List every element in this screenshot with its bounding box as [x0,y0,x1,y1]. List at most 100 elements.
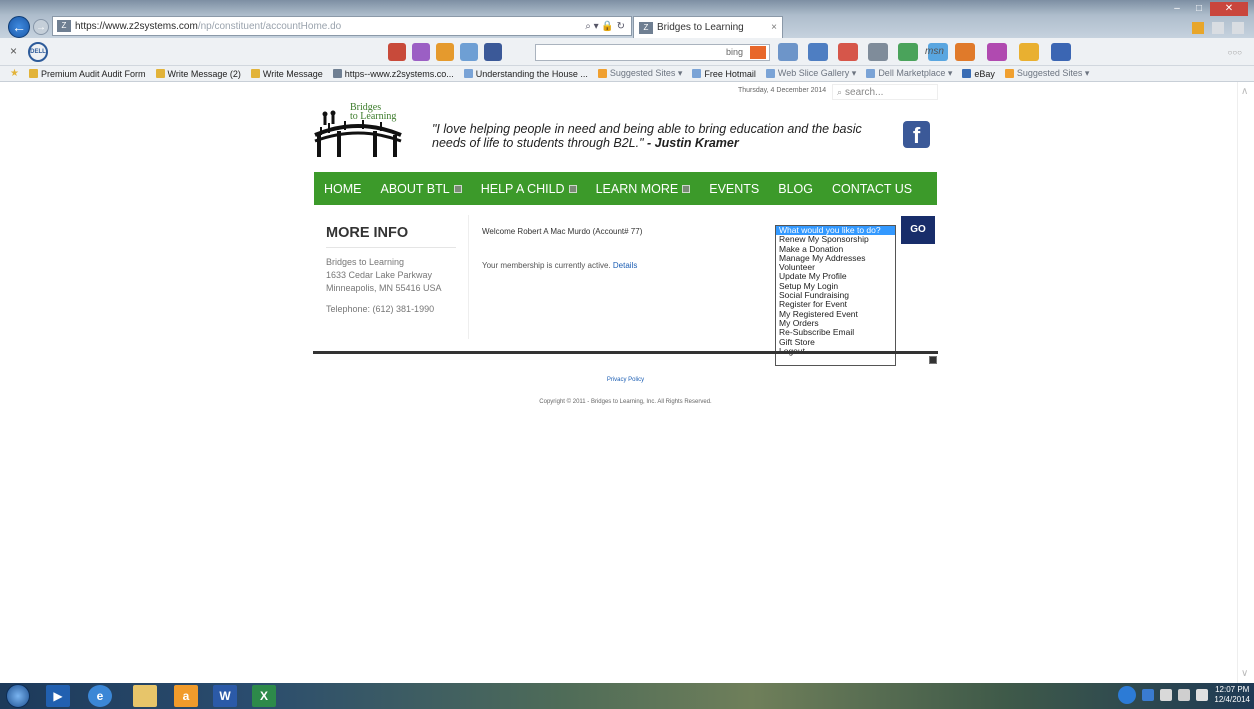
tray-app-icon[interactable] [1118,686,1137,704]
clock-date: 12/4/2014 [1214,695,1250,704]
tab-title: Bridges to Learning [657,22,744,33]
nav-item-help-a-child[interactable]: HELP A CHILD [481,182,577,196]
toolbar-app-icon[interactable] [987,43,1007,61]
favorite-page-icon [597,69,607,78]
window-controls: – □ ✕ [1166,2,1248,16]
favorite-item[interactable]: https--www.z2systems.co... [332,69,454,79]
favorite-item[interactable]: Premium Audit Audit Form [28,69,146,79]
file-explorer-icon[interactable] [133,685,157,707]
favorite-item[interactable]: Suggested Sites ▾ [1004,68,1089,79]
favorite-item[interactable]: Suggested Sites ▾ [597,68,682,79]
start-button[interactable] [6,684,30,708]
nav-item-blog[interactable]: BLOG [778,182,813,196]
flag-icon[interactable] [1160,689,1173,701]
dell-logo-icon[interactable]: DELL [28,42,48,62]
address-bar-icons[interactable]: ⌕ ▾ 🔒 ↻ [585,21,631,32]
media-center-icon[interactable]: ▶ [46,685,70,707]
toolbar-app-icon[interactable] [868,43,888,61]
excel-icon[interactable]: X [252,685,276,707]
nav-item-contact-us[interactable]: CONTACT US [832,182,912,196]
msn-label[interactable]: msn [925,46,944,57]
close-toolbar-icon[interactable]: × [10,44,17,58]
site-favicon-icon: Z [57,20,71,32]
action-select-list[interactable]: What would you like to do? Renew My Spon… [775,225,896,366]
favorite-page-icon [765,69,775,78]
forward-button[interactable]: → [33,19,49,35]
toolbar-app-icon[interactable] [412,43,430,61]
membership-text: Your membership is currently active. [482,261,611,270]
favorite-item[interactable]: Web Slice Gallery ▾ [765,68,857,79]
favorite-item[interactable]: eBay [962,69,995,79]
bing-search-icon[interactable] [750,46,766,59]
network-icon[interactable] [1178,689,1191,701]
favorites-star-icon[interactable] [1212,22,1224,34]
toolbar-app-icon[interactable] [1019,43,1039,61]
close-window-button[interactable]: ✕ [1210,2,1248,16]
scroll-up-icon[interactable]: ∧ [1241,86,1248,97]
site-logo[interactable]: Bridges to Learning [313,103,408,163]
logo-line-2: to Learning [350,111,397,122]
expand-icon[interactable] [929,356,937,364]
tray-app-icon[interactable] [1142,689,1155,701]
home-icon[interactable] [1192,22,1204,34]
toolbar-app-icon[interactable] [460,43,478,61]
toolbar-icons-middle [778,43,948,61]
bing-search-box[interactable]: bing [535,44,770,61]
facebook-toolbar-icon[interactable] [484,43,502,61]
address-bar[interactable]: Z https://www.z2systems.com/np/constitue… [52,16,632,36]
url-text: https://www.z2systems.com/np/constituent… [75,21,585,32]
submenu-indicator-icon [568,184,577,193]
submenu-indicator-icon [453,184,462,193]
thumbs-up-icon[interactable] [778,43,798,61]
toolbar-icons-right [955,43,1071,61]
favorite-item[interactable]: Write Message [250,68,323,79]
volume-icon[interactable] [1196,689,1209,701]
amazon-icon[interactable]: a [174,685,198,707]
favorite-label: Write Message [262,68,323,79]
go-button[interactable]: GO [901,216,935,244]
favorite-item[interactable]: Write Message (2) [155,68,241,79]
toolbar-app-icon[interactable] [388,43,406,61]
toolbar-app-icon[interactable] [838,43,858,61]
site-search-input[interactable]: ⌕ search... [832,84,938,100]
favorite-label: Free Hotmail [704,68,756,79]
toolbar-overflow[interactable]: ○○○ [1228,48,1243,57]
toolbar-app-icon[interactable] [898,43,918,61]
toolbar-app-icon[interactable] [1051,43,1071,61]
nav-item-events[interactable]: EVENTS [709,182,759,196]
favorite-label: Dell Marketplace ▾ [878,68,953,78]
facebook-icon[interactable]: f [903,121,930,148]
back-button[interactable]: ← [8,16,30,38]
favorite-item[interactable]: Understanding the House ... [463,69,588,79]
nav-item-about-btl[interactable]: ABOUT BTL [381,182,462,196]
favorite-label: Write Message (2) [167,68,241,79]
membership-status: Your membership is currently active. Det… [482,261,637,270]
privacy-policy-link[interactable]: Privacy Policy [0,377,1254,383]
favorite-item[interactable]: Dell Marketplace ▾ [866,68,952,79]
favorite-page-icon [692,69,702,78]
favorites-star-icon[interactable]: ★ [10,68,19,79]
toolbar-app-icon[interactable] [436,43,454,61]
browser-tab[interactable]: Z Bridges to Learning × [633,16,783,38]
word-icon[interactable]: W [213,685,237,707]
chat-icon[interactable] [808,43,828,61]
favorite-item[interactable]: Free Hotmail [692,69,756,79]
search-icon: ⌕ [837,87,843,97]
nav-item-home[interactable]: HOME [324,182,362,196]
maximize-button[interactable]: □ [1188,2,1210,16]
membership-details-link[interactable]: Details [613,261,637,270]
org-phone: Telephone: (612) 381-1990 [326,304,435,314]
scroll-down-icon[interactable]: ∨ [1241,668,1248,679]
favorite-label: Web Slice Gallery ▾ [777,68,857,78]
settings-gear-icon[interactable] [1232,22,1244,34]
facebook-glyph: f [912,123,921,148]
favorite-page-icon [250,69,260,78]
privacy-link-text[interactable]: Privacy Policy [607,377,644,383]
nav-item-learn-more[interactable]: LEARN MORE [596,182,691,196]
tab-close-icon[interactable]: × [771,22,777,33]
system-clock[interactable]: 12:07 PM 12/4/2014 [1214,685,1250,705]
internet-explorer-icon[interactable]: e [88,685,112,707]
toolbar-app-icon[interactable] [955,43,975,61]
back-arrow-icon: ← [12,19,26,35]
minimize-button[interactable]: – [1166,2,1188,16]
